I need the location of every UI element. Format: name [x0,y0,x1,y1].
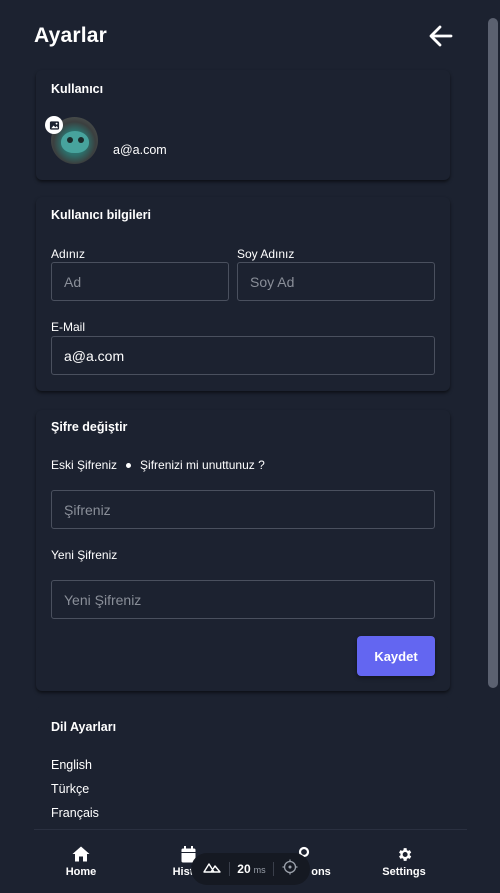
divider [228,862,230,876]
forgot-password-link[interactable]: Şifrenizi mi unuttunuz ? [140,458,265,472]
app-header: Ayarlar [0,0,486,72]
language-option-english[interactable]: English [51,758,92,772]
last-name-label: Soy Adınız [237,247,295,261]
last-name-input[interactable] [237,262,435,301]
user-info-card: Kullanıcı bilgileri Adınız Soy Adınız E-… [36,197,450,391]
gear-icon [395,845,413,863]
new-password-label: Yeni Şifreniz [51,548,118,562]
first-name-input[interactable] [51,262,229,301]
section-title-language: Dil Ayarları [51,720,117,734]
render-time-unit: ms [253,865,266,875]
nav-settings[interactable]: Settings [354,830,454,893]
home-icon [72,845,90,863]
language-option-french[interactable]: Français [51,806,99,820]
nav-settings-label: Settings [382,866,426,878]
back-button[interactable] [426,21,456,51]
nuxt-logo-icon[interactable] [203,860,221,878]
old-password-label: Eski Şifreniz [51,458,118,472]
image-icon[interactable] [45,116,63,134]
password-card: Şifre değiştir Eski Şifreniz Şifrenizi m… [36,410,450,691]
user-card: Kullanıcı a@a.com [36,70,450,180]
crosshair-icon[interactable] [282,859,298,880]
first-name-label: Adınız [51,247,86,261]
language-option-turkish[interactable]: Türkçe [51,782,89,796]
old-password-input[interactable] [51,490,435,529]
scrollbar[interactable] [488,18,498,688]
language-card: Dil Ayarları English Türkçe Français [36,706,450,836]
divider [273,862,275,876]
arrow-left-icon [429,25,453,47]
section-title-password: Şifre değiştir [51,420,128,434]
user-email: a@a.com [113,143,167,157]
email-label: E-Mail [51,320,86,334]
save-button[interactable]: Kaydet [357,636,435,676]
separator-dot [126,462,132,468]
section-title-user-info: Kullanıcı bilgileri [51,208,152,222]
render-time: 20 ms [237,860,265,878]
old-password-row: Eski Şifreniz Şifrenizi mi unuttunuz ? [51,458,265,472]
avatar[interactable] [45,116,98,164]
nav-home[interactable]: Home [31,830,131,893]
page-title: Ayarlar [34,24,108,47]
new-password-input[interactable] [51,580,435,619]
nav-home-label: Home [65,866,97,878]
devtools-bar[interactable]: 20 ms [191,853,310,885]
section-title-user: Kullanıcı [51,82,104,96]
nav-options-label: ons [311,866,331,878]
render-time-value: 20 [237,862,251,876]
email-field[interactable] [51,336,435,375]
